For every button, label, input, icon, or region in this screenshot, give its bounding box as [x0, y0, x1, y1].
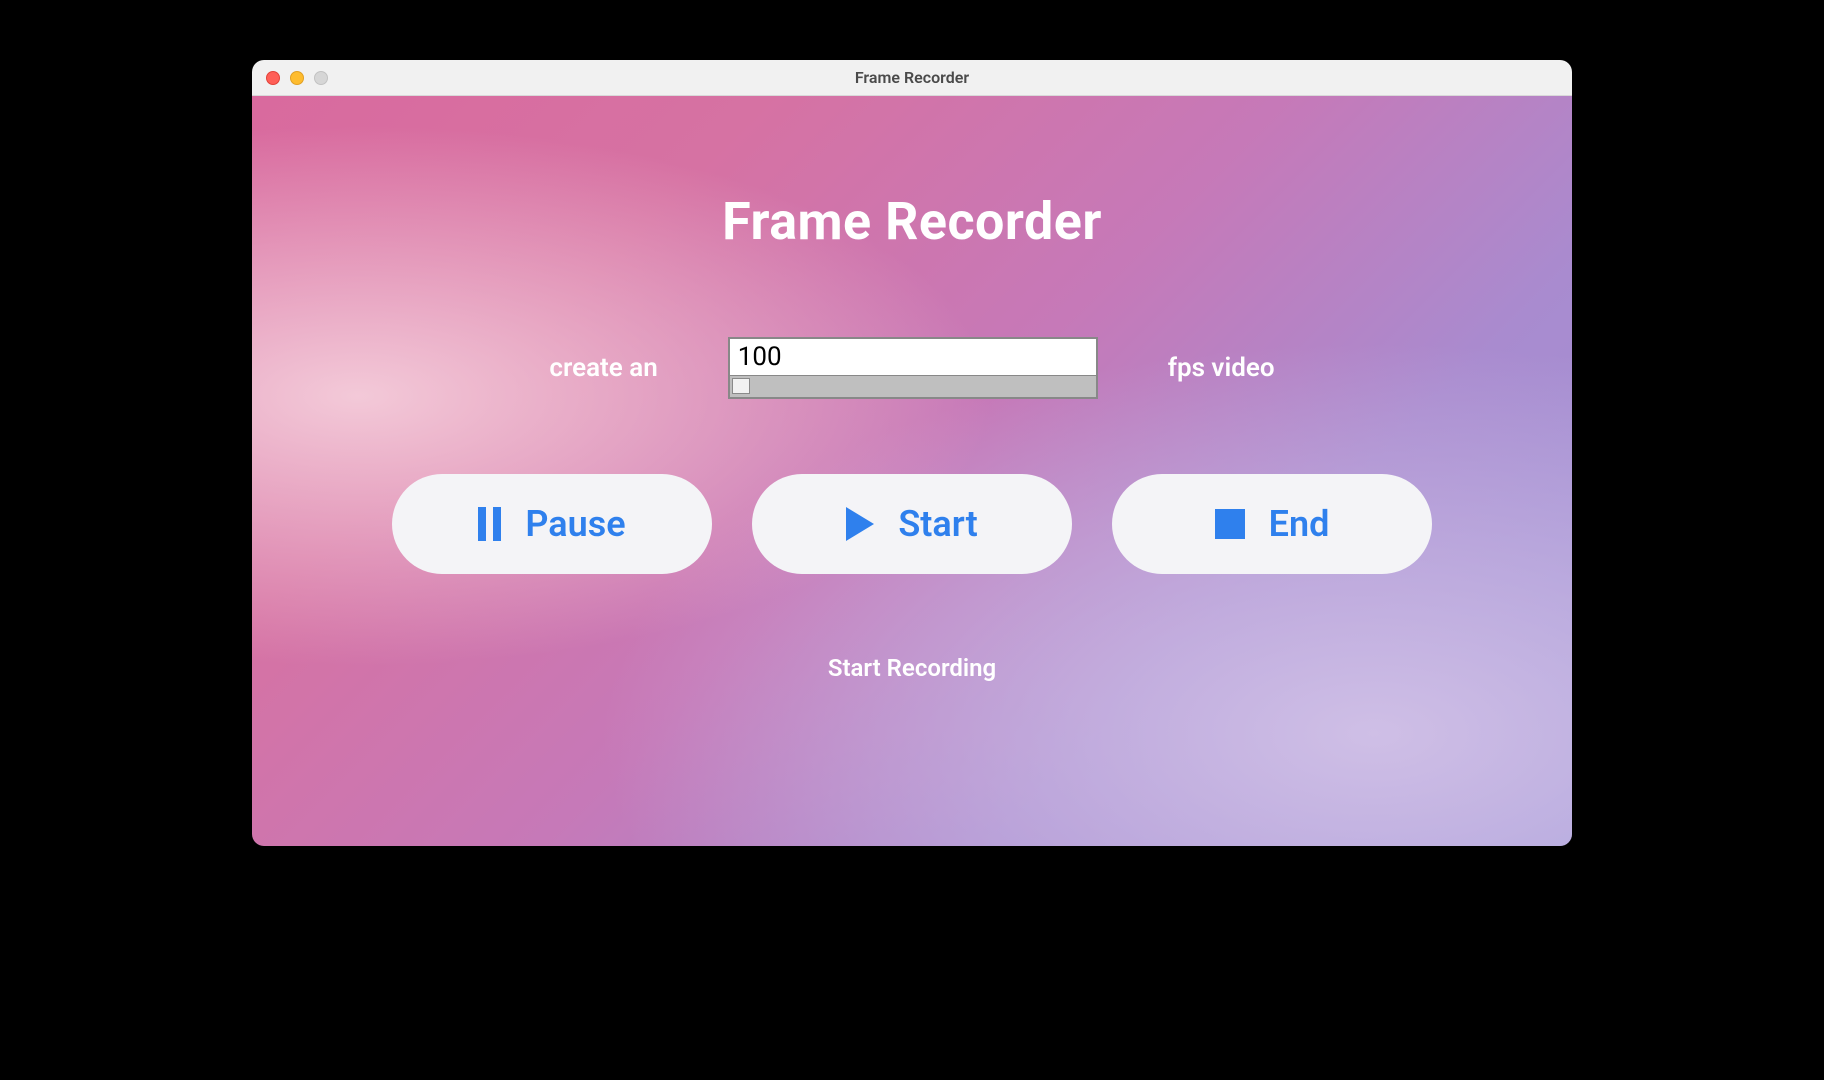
- end-button-label: End: [1269, 503, 1330, 545]
- content-area: Frame Recorder create an 100 fps video P…: [252, 96, 1572, 846]
- app-window: Frame Recorder Frame Recorder create an …: [252, 60, 1572, 846]
- fps-prefix-label: create an: [549, 353, 657, 383]
- fps-suffix-label: fps video: [1168, 353, 1275, 383]
- fps-slider-thumb[interactable]: [732, 378, 750, 394]
- fps-row: create an 100 fps video: [549, 337, 1274, 399]
- end-button[interactable]: End: [1112, 474, 1432, 574]
- app-title: Frame Recorder: [722, 191, 1102, 252]
- play-icon: [846, 507, 874, 541]
- status-text: Start Recording: [828, 654, 996, 682]
- fps-slider[interactable]: [730, 375, 1096, 397]
- button-row: Pause Start End: [392, 474, 1432, 574]
- pause-icon: [478, 507, 501, 541]
- start-button[interactable]: Start: [752, 474, 1072, 574]
- window-title: Frame Recorder: [252, 68, 1572, 87]
- pause-button[interactable]: Pause: [392, 474, 712, 574]
- stop-icon: [1215, 509, 1245, 539]
- fps-input[interactable]: 100: [728, 337, 1098, 399]
- titlebar[interactable]: Frame Recorder: [252, 60, 1572, 96]
- pause-button-label: Pause: [525, 503, 625, 545]
- start-button-label: Start: [898, 503, 977, 545]
- fps-value-field[interactable]: 100: [730, 339, 1096, 375]
